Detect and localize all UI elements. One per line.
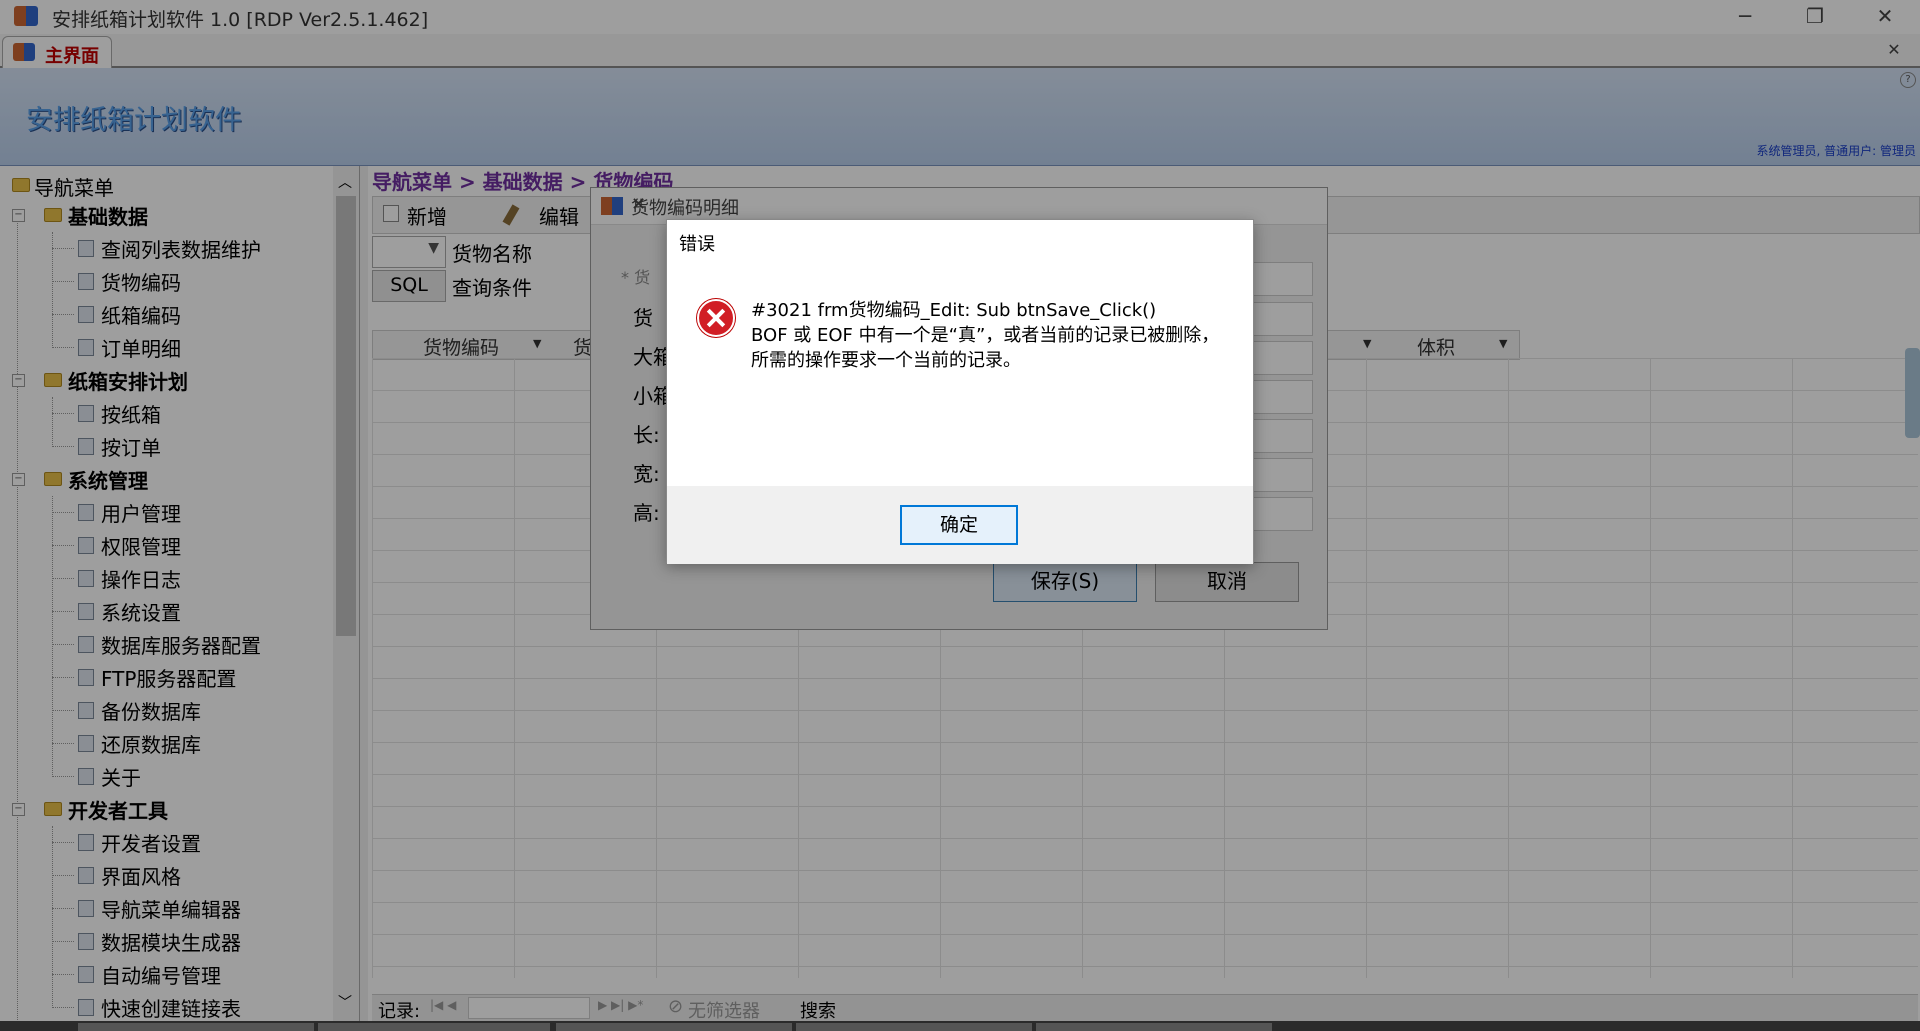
- save-button[interactable]: 保存(S): [993, 562, 1137, 602]
- users-icon: [601, 197, 623, 215]
- close-icon[interactable]: ✕: [631, 194, 1313, 215]
- taskbar-strip: [0, 1021, 1920, 1031]
- field-label: * 货: [621, 268, 651, 287]
- error-message-line1: #3021 frm货物编码_Edit: Sub btnSave_Click(): [751, 300, 1157, 321]
- error-icon: [697, 299, 735, 337]
- error-dialog-title: 错误: [679, 234, 715, 255]
- field-label: 高:: [633, 501, 660, 525]
- field-label: 宽:: [633, 462, 660, 486]
- field-label: 货: [633, 306, 653, 330]
- cancel-button[interactable]: 取消: [1155, 562, 1299, 602]
- ok-button[interactable]: 确定: [900, 505, 1018, 545]
- error-message-line2: BOF 或 EOF 中有一个是“真”，或者当前的记录已被删除，所需的操作要求一个…: [751, 325, 1220, 371]
- right-edge-widget: [1905, 348, 1920, 438]
- error-message: #3021 frm货物编码_Edit: Sub btnSave_Click() …: [751, 298, 1221, 373]
- field-label: 长:: [633, 423, 660, 447]
- error-dialog: 错误 #3021 frm货物编码_Edit: Sub btnSave_Click…: [666, 219, 1254, 564]
